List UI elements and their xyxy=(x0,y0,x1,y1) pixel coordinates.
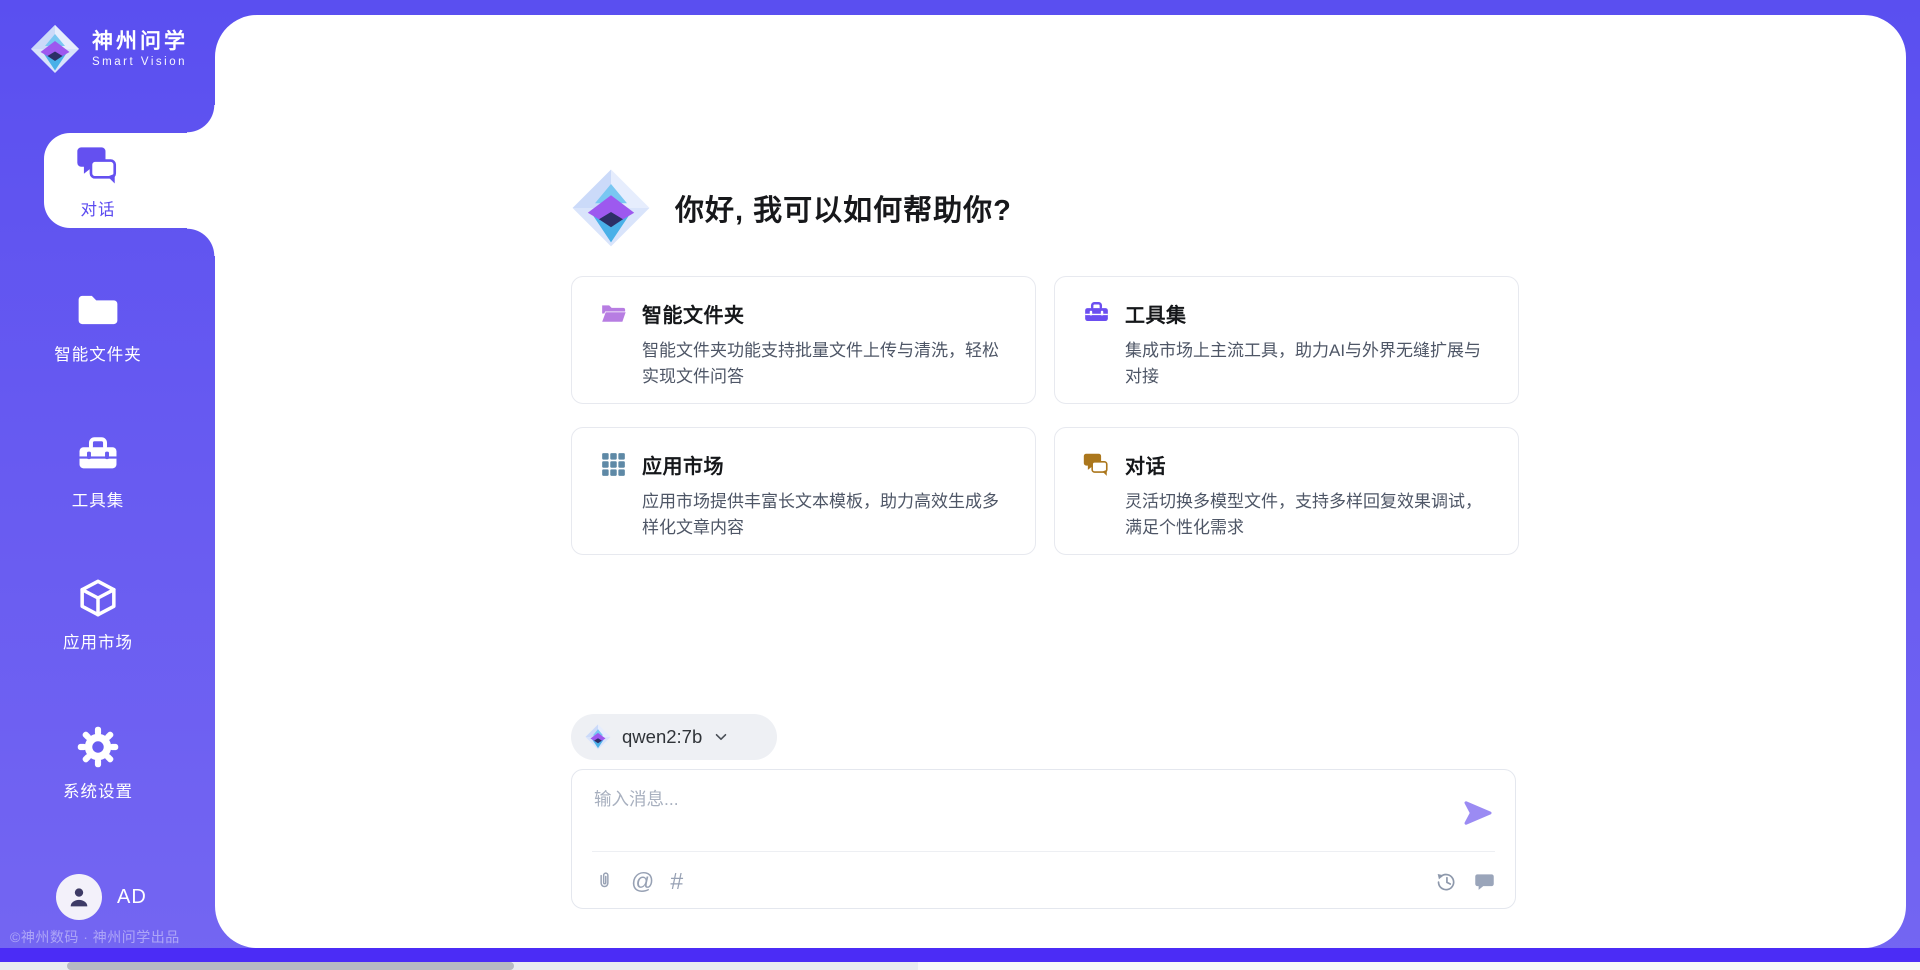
sidebar-item-chat[interactable]: 对话 xyxy=(0,126,196,236)
greeting: 你好, 我可以如何帮助你? xyxy=(571,165,1012,251)
model-selector[interactable]: qwen2:7b xyxy=(571,714,777,760)
card-description: 智能文件夹功能支持批量文件上传与清洗，轻松实现文件问答 xyxy=(642,338,1004,389)
attach-button[interactable] xyxy=(594,871,615,892)
scrollbar-thumb[interactable] xyxy=(67,962,514,970)
card-head: 应用市场 xyxy=(600,450,1015,479)
grid-icon xyxy=(600,451,627,478)
toolbox-icon xyxy=(1083,300,1110,327)
at-icon: @ xyxy=(631,870,654,893)
sidebar-item-smart-folder[interactable]: 智能文件夹 xyxy=(0,271,196,381)
composer-divider xyxy=(592,851,1495,852)
cube-icon xyxy=(76,576,120,620)
sidebar-item-system-settings[interactable]: 系统设置 xyxy=(0,708,196,818)
sidebar-item-app-market[interactable]: 应用市场 xyxy=(0,559,196,669)
brand-gem-icon xyxy=(30,20,80,78)
model-gem-icon xyxy=(585,722,611,752)
card-title: 智能文件夹 xyxy=(642,299,745,328)
bottom-accent-strip xyxy=(0,948,1920,962)
gear-icon xyxy=(76,725,120,769)
card-description: 集成市场上主流工具，助力AI与外界无缝扩展与对接 xyxy=(1125,338,1487,389)
folder-open-icon xyxy=(600,300,627,327)
horizontal-scrollbar[interactable] xyxy=(0,962,1920,970)
scrollbar-track-right xyxy=(918,962,1920,970)
brand-logo: 神州问学 Smart Vision xyxy=(30,20,188,78)
message-input[interactable] xyxy=(594,786,1424,844)
app-window: 你好, 我可以如何帮助你? 智能文件夹 智能文件夹功能支持批量文件上传与清洗，轻… xyxy=(0,0,1920,970)
card-title: 应用市场 xyxy=(642,450,724,479)
feature-card-chat[interactable]: 对话 灵活切换多模型文件，支持多样回复效果调试，满足个性化需求 xyxy=(1054,427,1519,555)
feature-cards: 智能文件夹 智能文件夹功能支持批量文件上传与清洗，轻松实现文件问答 工具集 集成… xyxy=(571,276,1519,555)
brand-text: 神州问学 Smart Vision xyxy=(92,30,188,68)
sidebar-item-label: 对话 xyxy=(81,196,116,220)
card-head: 工具集 xyxy=(1083,299,1498,328)
send-icon xyxy=(1463,798,1493,828)
history-icon xyxy=(1436,871,1457,892)
user-profile[interactable]: AD xyxy=(56,874,147,920)
person-icon xyxy=(66,884,92,910)
mention-button[interactable]: @ xyxy=(631,870,654,893)
composer-tools-right xyxy=(1436,862,1495,900)
card-head: 智能文件夹 xyxy=(600,299,1015,328)
sidebar-item-label: 工具集 xyxy=(72,487,125,511)
card-title: 工具集 xyxy=(1125,299,1187,328)
composer-tools-left: @ # xyxy=(594,862,683,900)
sidebar-footer: ©神州数码 · 神州问学出品 xyxy=(10,927,180,947)
model-name: qwen2:7b xyxy=(622,726,702,748)
toolbox-icon xyxy=(76,434,120,478)
composer: @ # xyxy=(571,769,1516,909)
sidebar-item-label: 应用市场 xyxy=(63,629,133,653)
sidebar-item-label: 系统设置 xyxy=(63,778,133,802)
chat-icon xyxy=(1083,451,1110,478)
user-name: AD xyxy=(117,886,147,909)
chat-bubble-icon xyxy=(1474,871,1495,892)
feedback-button[interactable] xyxy=(1474,871,1495,892)
card-head: 对话 xyxy=(1083,450,1498,479)
chevron-down-icon xyxy=(713,729,729,745)
feature-card-toolset[interactable]: 工具集 集成市场上主流工具，助力AI与外界无缝扩展与对接 xyxy=(1054,276,1519,404)
feature-card-app-market[interactable]: 应用市场 应用市场提供丰富长文本模板，助力高效生成多样化文章内容 xyxy=(571,427,1036,555)
history-button[interactable] xyxy=(1436,871,1457,892)
avatar xyxy=(56,874,102,920)
greeting-title: 你好, 我可以如何帮助你? xyxy=(675,187,1012,229)
chat-icon xyxy=(76,143,120,187)
hash-icon: # xyxy=(670,870,683,893)
sidebar-item-toolset[interactable]: 工具集 xyxy=(0,417,196,527)
card-description: 灵活切换多模型文件，支持多样回复效果调试，满足个性化需求 xyxy=(1125,489,1487,540)
sidebar: 神州问学 Smart Vision 对话 智能文件夹 工具集 应用市场 系统设置 xyxy=(0,0,215,970)
sidebar-item-label: 智能文件夹 xyxy=(54,341,142,365)
send-button[interactable] xyxy=(1463,798,1493,828)
folder-icon xyxy=(76,288,120,332)
brand-subtitle: Smart Vision xyxy=(92,56,188,68)
paperclip-icon xyxy=(594,871,615,892)
main-panel: 你好, 我可以如何帮助你? 智能文件夹 智能文件夹功能支持批量文件上传与清洗，轻… xyxy=(215,15,1906,948)
hashtag-button[interactable]: # xyxy=(670,870,683,893)
brand-gem-icon xyxy=(571,165,651,251)
card-title: 对话 xyxy=(1125,450,1166,479)
brand-name: 神州问学 xyxy=(92,30,188,53)
feature-card-smart-folder[interactable]: 智能文件夹 智能文件夹功能支持批量文件上传与清洗，轻松实现文件问答 xyxy=(571,276,1036,404)
card-description: 应用市场提供丰富长文本模板，助力高效生成多样化文章内容 xyxy=(642,489,1004,540)
